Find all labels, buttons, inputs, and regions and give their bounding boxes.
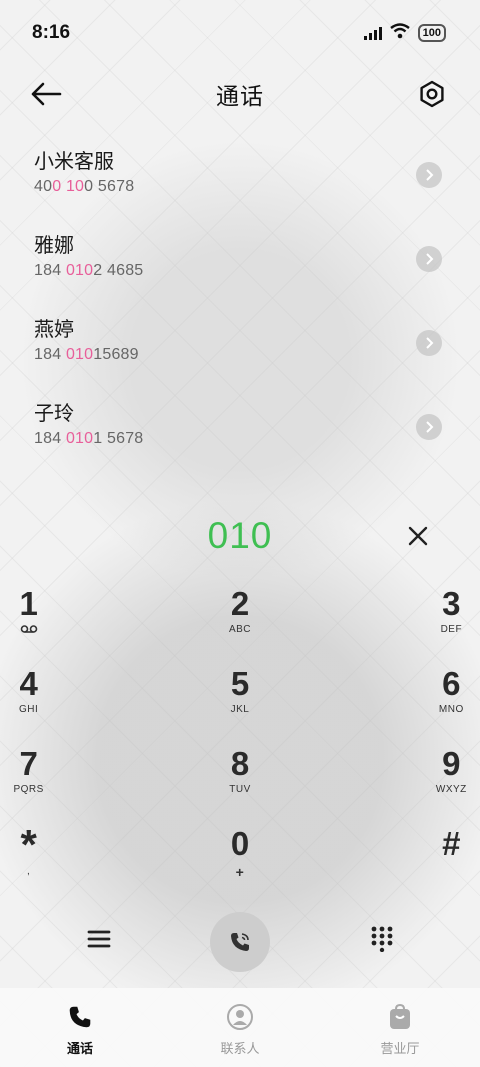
contact-number: 400 100 5678 [34, 178, 135, 195]
page-title: 通话 [216, 83, 264, 109]
key-2[interactable]: 2 ABC [167, 580, 312, 660]
key-digit: 9 [442, 745, 461, 782]
contact-detail-button[interactable] [416, 414, 442, 440]
contact-detail-button[interactable] [416, 330, 442, 356]
arrow-left-icon [31, 82, 62, 106]
chevron-right-icon [426, 421, 434, 433]
key-digit: # [442, 825, 461, 862]
phone-icon [67, 1002, 93, 1032]
contact-name: 小米客服 [34, 151, 114, 173]
gear-icon [420, 80, 444, 108]
key-star[interactable]: * , [0, 820, 101, 900]
nav-label: 营业厅 [380, 1041, 420, 1056]
contact-item[interactable]: 小米客服 400 100 5678 [0, 138, 480, 222]
contact-suggestion-list: 小米客服 400 100 5678 雅娜 184 0102 4685 燕婷 18… [0, 138, 480, 468]
signal-icon [363, 26, 382, 40]
chevron-right-icon [426, 253, 434, 265]
key-digit: 4 [19, 665, 38, 702]
key-letters: + [235, 864, 245, 880]
key-letters: TUV [229, 784, 251, 795]
key-letters: ABC [228, 624, 252, 635]
person-icon [226, 1002, 254, 1032]
key-9[interactable]: 9 WXYZ [379, 740, 480, 820]
keypad-toggle-button[interactable] [368, 924, 396, 953]
chevron-right-icon [426, 337, 434, 349]
bottom-nav: 通话 联系人 营业厅 [0, 988, 480, 1067]
key-letters: PQRS [13, 784, 44, 795]
key-letters: MNO [438, 704, 464, 715]
key-digit: 7 [19, 745, 38, 782]
contact-number: 184 0101 5678 [34, 430, 144, 447]
nav-tab-contacts[interactable]: 联系人 [160, 988, 320, 1067]
key-5[interactable]: 5 JKL [167, 660, 312, 740]
nav-tab-calls[interactable]: 通话 [0, 988, 160, 1067]
delete-button[interactable] [404, 522, 432, 550]
contact-number: 184 0102 4685 [34, 262, 144, 279]
close-icon [408, 526, 428, 546]
status-icons: 100 [363, 22, 446, 44]
dial-keypad: 1 2 ABC 3 DEF 4 GHI 5 JKL 6 MNO 7 PQRS 8… [13, 580, 466, 900]
key-3[interactable]: 3 DEF [379, 580, 480, 660]
key-4[interactable]: 4 GHI [0, 660, 101, 740]
key-7[interactable]: 7 PQRS [0, 740, 101, 820]
voicemail-icon [20, 624, 38, 638]
key-digit: 0 [230, 825, 250, 862]
key-0[interactable]: 0 + [167, 820, 312, 900]
menu-button[interactable] [84, 924, 114, 954]
key-letters: DEF [440, 624, 463, 635]
key-digit: 2 [230, 585, 250, 622]
nav-label: 联系人 [220, 1041, 260, 1056]
key-6[interactable]: 6 MNO [379, 660, 480, 740]
status-bar: 8:16 100 [0, 0, 480, 66]
settings-button[interactable] [414, 76, 450, 112]
contact-item[interactable]: 子玲 184 0101 5678 [0, 390, 480, 474]
contact-name: 子玲 [34, 403, 74, 425]
key-digit: 1 [19, 585, 38, 622]
key-hash[interactable]: # [379, 820, 480, 900]
key-8[interactable]: 8 TUV [167, 740, 312, 820]
key-digit: 6 [442, 665, 461, 702]
nav-tab-store[interactable]: 营业厅 [320, 988, 480, 1067]
phone-call-icon [231, 933, 249, 951]
key-digit: * [20, 821, 37, 868]
key-digit: 3 [442, 585, 461, 622]
key-letters: , [27, 866, 31, 877]
entered-number[interactable]: 010 [208, 515, 273, 557]
nav-label: 通话 [66, 1041, 93, 1056]
key-digit: 5 [230, 665, 250, 702]
status-time: 8:16 [32, 22, 71, 43]
contact-detail-button[interactable] [416, 162, 442, 188]
contact-item[interactable]: 燕婷 184 01015689 [0, 306, 480, 390]
wifi-icon [389, 22, 410, 44]
key-letters: WXYZ [435, 784, 467, 795]
menu-icon [87, 930, 111, 948]
dial-display: 010 [0, 508, 480, 564]
key-digit: 8 [230, 745, 250, 782]
dialer-action-row [0, 908, 480, 972]
battery-icon: 100 [417, 24, 446, 42]
contact-name: 燕婷 [34, 319, 74, 341]
contact-detail-button[interactable] [416, 246, 442, 272]
contact-item[interactable]: 雅娜 184 0102 4685 [0, 222, 480, 306]
back-button[interactable] [30, 78, 66, 110]
key-1[interactable]: 1 [0, 580, 101, 660]
key-letters: JKL [230, 704, 250, 715]
call-button[interactable] [210, 912, 270, 972]
dialpad-icon [371, 926, 393, 953]
chevron-right-icon [426, 169, 434, 181]
app-header: 通话 [0, 66, 480, 122]
shopping-bag-icon [387, 1002, 413, 1032]
key-letters: GHI [19, 704, 39, 715]
contact-number: 184 01015689 [34, 346, 139, 363]
contact-name: 雅娜 [34, 235, 74, 257]
